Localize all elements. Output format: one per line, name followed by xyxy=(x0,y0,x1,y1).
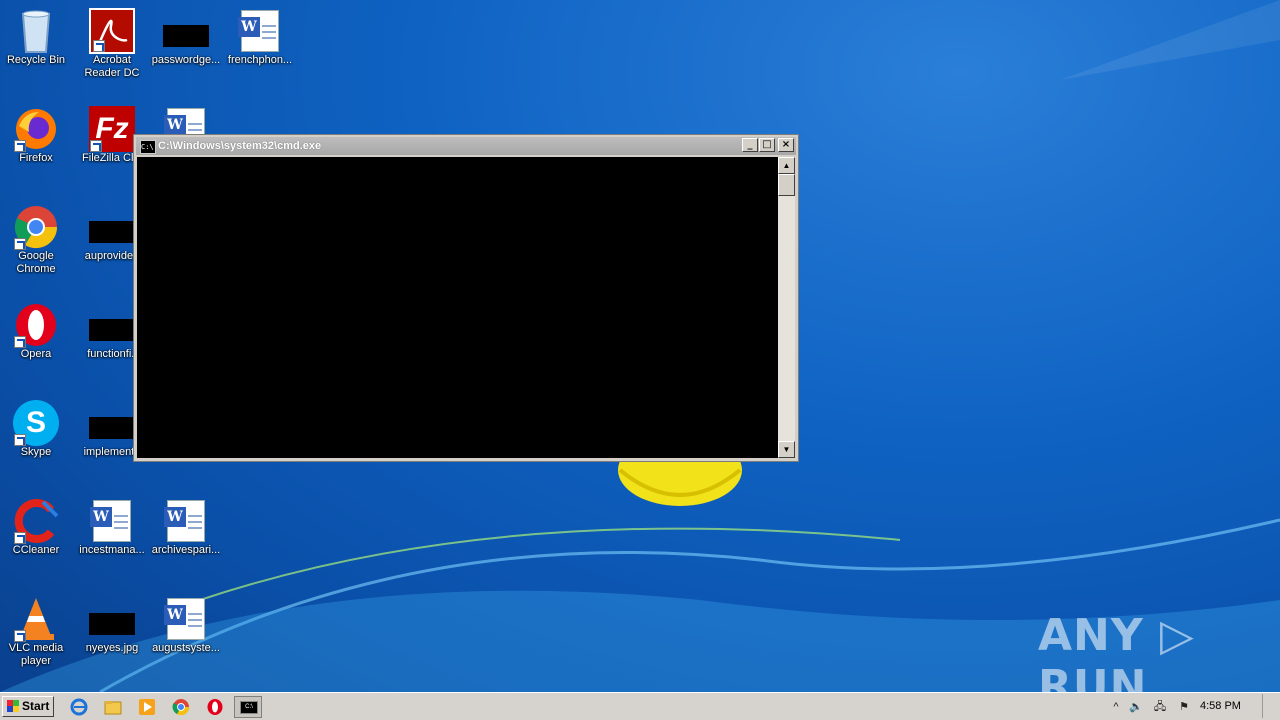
taskbar: Start C:\ ^ 🔈 🖧 ⚑ 4:58 PM xyxy=(0,692,1280,720)
desktop-icon-label: Firefox xyxy=(19,152,53,164)
desktop-icon-augustsyste[interactable]: W augustsyste... xyxy=(148,590,224,678)
shortcut-arrow-icon xyxy=(14,630,26,642)
file-thumbnail-icon xyxy=(89,400,135,446)
desktop-icon-firefox[interactable]: Firefox xyxy=(0,100,74,188)
file-thumbnail-icon xyxy=(89,204,135,250)
desktop-icon-opera[interactable]: Opera xyxy=(0,296,74,384)
cmd-icon: C:\ xyxy=(240,701,258,714)
scroll-up-button[interactable]: ▲ xyxy=(778,157,795,174)
show-hidden-icons-button[interactable]: ^ xyxy=(1108,699,1124,715)
cmd-window[interactable]: C:\ C:\Windows\system32\cmd.exe _ □ × ▲ … xyxy=(133,134,799,462)
windows-logo-icon xyxy=(7,700,19,712)
media-player-icon[interactable] xyxy=(138,698,156,716)
shortcut-arrow-icon xyxy=(14,336,26,348)
desktop-icon-acrobat[interactable]: Acrobat Reader DC xyxy=(74,2,150,90)
chrome-icon[interactable] xyxy=(172,698,190,716)
minimize-button[interactable]: _ xyxy=(742,138,758,152)
cmd-console-area[interactable] xyxy=(137,157,778,458)
shortcut-arrow-icon xyxy=(14,140,26,152)
opera-icon[interactable] xyxy=(206,698,224,716)
file-thumbnail-icon xyxy=(89,596,135,642)
desktop-icon-label: archivespari... xyxy=(151,544,221,556)
shortcut-arrow-icon xyxy=(93,40,105,52)
network-icon[interactable]: 🖧 xyxy=(1152,699,1168,715)
desktop-icon-archivespari[interactable]: W archivespari... xyxy=(148,492,224,580)
word-document-icon: W xyxy=(89,498,135,544)
word-document-icon: W xyxy=(163,596,209,642)
word-document-icon: W xyxy=(237,8,283,54)
show-desktop-button[interactable] xyxy=(1262,694,1279,718)
desktop-icon-label: passwordge... xyxy=(151,54,221,66)
scroll-down-button[interactable]: ▼ xyxy=(778,441,795,458)
start-label: Start xyxy=(22,699,50,713)
desktop-icon-skype[interactable]: S Skype xyxy=(0,394,74,482)
desktop-icon-chrome[interactable]: Google Chrome xyxy=(0,198,74,286)
desktop-icon-label: CCleaner xyxy=(12,544,60,556)
desktop-icon-label: frenchphon... xyxy=(227,54,293,66)
file-thumbnail-icon xyxy=(89,302,135,348)
desktop-icon-ccleaner[interactable]: CCleaner xyxy=(0,492,74,580)
folder-icon[interactable] xyxy=(104,698,122,716)
shortcut-arrow-icon xyxy=(14,532,26,544)
desktop-icon-label: incestmana... xyxy=(79,544,145,556)
desktop-icon-recycle-bin[interactable]: Recycle Bin xyxy=(0,2,74,90)
shortcut-arrow-icon xyxy=(14,434,26,446)
shortcut-arrow-icon xyxy=(90,140,102,152)
internet-explorer-icon[interactable] xyxy=(70,698,88,716)
desktop-icon-label: Skype xyxy=(20,446,52,458)
maximize-button[interactable]: □ xyxy=(759,138,775,152)
desktop-icon-label: Opera xyxy=(20,348,52,360)
close-button[interactable]: × xyxy=(778,138,794,152)
acrobat-icon xyxy=(89,8,135,54)
scroll-thumb[interactable] xyxy=(778,174,795,196)
cmd-title-bar[interactable]: C:\ C:\Windows\system32\cmd.exe _ □ × xyxy=(136,137,796,155)
action-center-flag-icon[interactable]: ⚑ xyxy=(1176,699,1192,715)
word-document-icon: W xyxy=(163,498,209,544)
cmd-app-icon: C:\ xyxy=(140,140,156,154)
desktop-icon-nyeyes[interactable]: nyeyes.jpg xyxy=(74,590,150,678)
cmd-window-title: C:\Windows\system32\cmd.exe xyxy=(158,140,322,152)
desktop-icon-frenchphon[interactable]: W frenchphon... xyxy=(222,2,298,90)
cmd-taskbar-button[interactable]: C:\ xyxy=(234,696,262,718)
shortcut-arrow-icon xyxy=(14,238,26,250)
system-clock[interactable]: 4:58 PM xyxy=(1200,700,1241,712)
desktop-icon-label: Acrobat Reader DC xyxy=(84,54,140,79)
recycle-bin-icon xyxy=(21,10,51,53)
start-button[interactable]: Start xyxy=(2,696,54,717)
desktop-icon-label: Recycle Bin xyxy=(6,54,66,66)
desktop-icon-passwordge[interactable]: passwordge... xyxy=(148,2,224,90)
vertical-scrollbar[interactable]: ▲ ▼ xyxy=(778,157,795,458)
desktop-icon-label: VLC media player xyxy=(8,642,64,667)
desktop-icon-vlc[interactable]: VLC media player xyxy=(0,590,74,678)
desktop-icon-label: Google Chrome xyxy=(16,250,56,275)
desktop-icon-label: nyeyes.jpg xyxy=(85,642,139,654)
desktop-icon-incestmana[interactable]: W incestmana... xyxy=(74,492,150,580)
desktop-icon-label: augustsyste... xyxy=(152,642,220,654)
file-thumbnail-icon xyxy=(163,8,209,54)
volume-icon[interactable]: 🔈 xyxy=(1128,699,1144,715)
